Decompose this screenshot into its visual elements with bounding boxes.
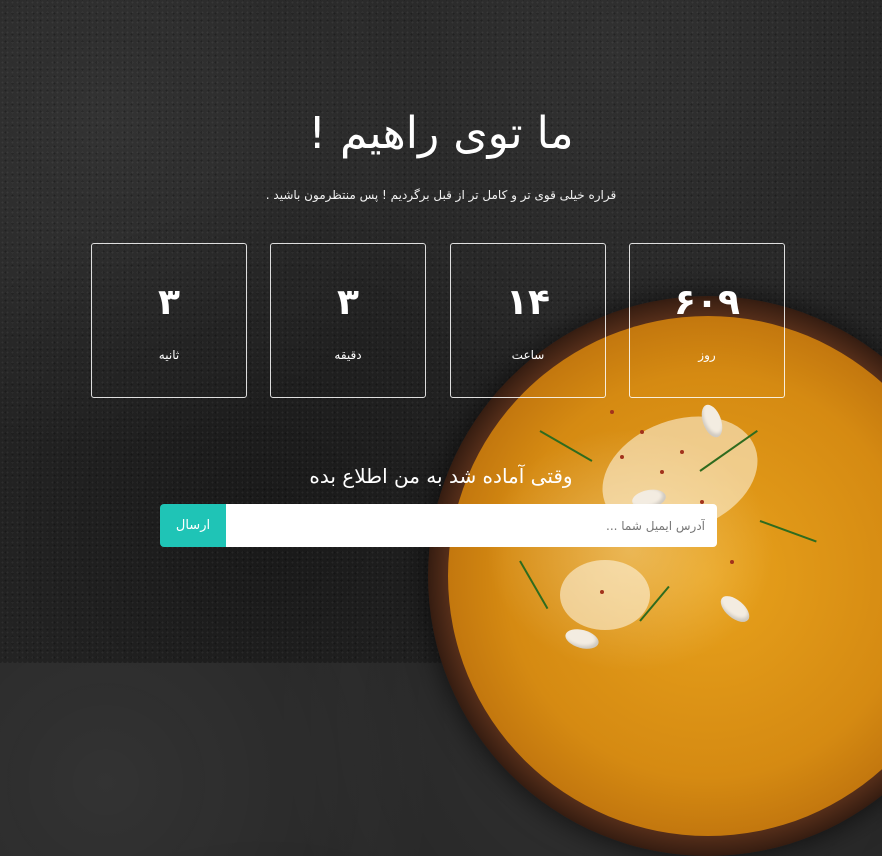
page-subtitle: قراره خیلی قوی تر و کامل تر از قبل برگرد… (265, 188, 617, 202)
email-input[interactable] (226, 504, 717, 547)
countdown-hours-value: ۱۴ (506, 282, 550, 323)
countdown-days-value: ۶۰۹ (674, 282, 740, 323)
countdown-hours-label: ساعت (511, 348, 545, 362)
notify-heading: وقتی آماده شد به من اطلاع بده (309, 464, 573, 488)
subscribe-form: ارسال (160, 504, 717, 547)
countdown-minutes-value: ۳ (337, 282, 359, 323)
countdown-seconds: ۳ ثانیه (91, 243, 247, 398)
coming-soon-content: ما توی راهیم ! قراره خیلی قوی تر و کامل … (0, 0, 882, 663)
countdown-days-label: روز (698, 348, 716, 362)
submit-button[interactable]: ارسال (160, 504, 226, 547)
page-title: ما توی راهیم ! (308, 108, 574, 159)
countdown-minutes-label: دقیقه (334, 348, 362, 362)
countdown-minutes: ۳ دقیقه (270, 243, 426, 398)
countdown-hours: ۱۴ ساعت (450, 243, 606, 398)
countdown-days: ۶۰۹ روز (629, 243, 785, 398)
countdown-seconds-label: ثانیه (158, 348, 180, 362)
countdown-seconds-value: ۳ (158, 282, 180, 323)
